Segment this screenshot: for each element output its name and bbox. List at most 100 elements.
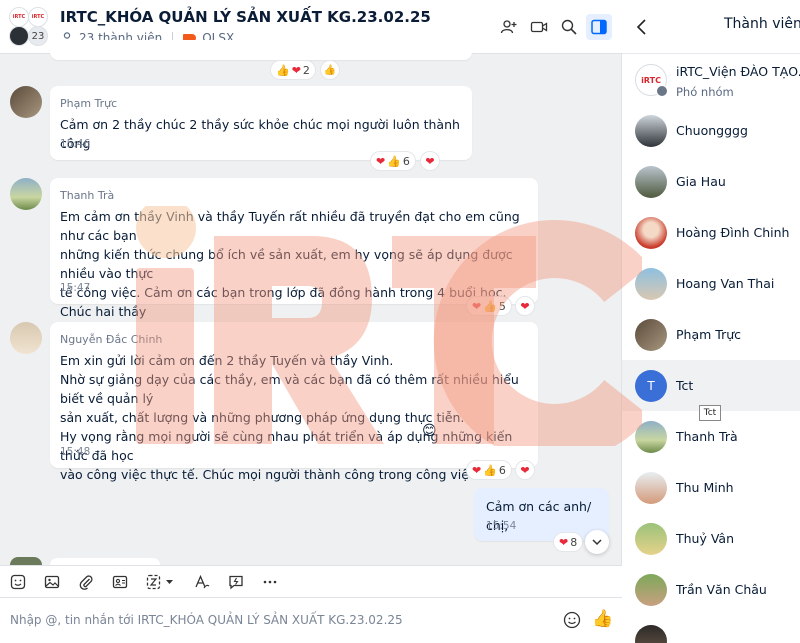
message-time: 15:47 xyxy=(60,282,91,294)
avatar xyxy=(635,319,667,351)
message-input-bar[interactable]: Nhập @, tin nhắn tới IRTC_KHÓA QUẢN LÝ S… xyxy=(0,597,622,643)
member-name: Hoàng Đình Chinh xyxy=(676,225,790,240)
reaction-summary[interactable]: ❤ 👍 6 xyxy=(466,460,512,480)
message-text: Cảm ơn 2 thầy chúc 2 thầy sức khỏe chúc … xyxy=(60,117,460,151)
member-item[interactable]: Hoang Van Thai xyxy=(622,258,800,309)
avatar xyxy=(635,115,667,147)
avatar xyxy=(635,574,667,606)
member-item[interactable]: Chuongggg xyxy=(622,105,800,156)
member-name: Tct xyxy=(676,378,694,393)
message-time: 15:46 xyxy=(60,138,91,150)
avatar xyxy=(635,166,667,198)
contact-card-icon[interactable] xyxy=(110,572,130,592)
chat-window: iRTC iRTC 23 IRTC_KHÓA QUẢN LÝ SẢN XUẤT … xyxy=(0,0,622,643)
avatar xyxy=(635,472,667,504)
add-member-icon[interactable] xyxy=(496,14,522,40)
member-item-partial[interactable] xyxy=(622,615,800,643)
heart-icon: ❤ xyxy=(559,535,569,549)
reaction-summary[interactable]: ❤ 👍 6 xyxy=(370,151,416,171)
member-item[interactable]: Gia Hau xyxy=(622,156,800,207)
react-button[interactable]: ❤ xyxy=(515,460,535,480)
members-panel: Thành viên iRTC iRTC_Viện ĐÀO TẠO.h Phó … xyxy=(622,0,800,643)
avatar[interactable] xyxy=(10,86,42,118)
message-text: Em cảm ơn thầy Vinh và thầy Tuyến rất nh… xyxy=(60,209,520,338)
avatar xyxy=(635,421,667,453)
member-item[interactable]: iRTC iRTC_Viện ĐÀO TẠO.h Phó nhóm xyxy=(622,54,800,105)
message-input[interactable]: Nhập @, tin nhắn tới IRTC_KHÓA QUẢN LÝ S… xyxy=(10,613,403,627)
message-bubble-previous xyxy=(50,40,472,60)
message-text: Em xin gửi lời cảm ơn đến 2 thầy Tuyến v… xyxy=(60,353,519,482)
search-icon[interactable] xyxy=(556,14,582,40)
message-sender: Nguyễn Đắc Chinh xyxy=(60,333,163,346)
panel-toggle-icon[interactable] xyxy=(586,14,612,40)
avatar: T xyxy=(635,370,667,402)
message-sender: Thanh Trà xyxy=(60,189,115,202)
avatar xyxy=(635,268,667,300)
chevron-down-icon xyxy=(592,539,602,546)
deputy-badge-icon xyxy=(656,85,668,97)
group-avatar[interactable]: iRTC iRTC 23 xyxy=(9,7,49,47)
back-icon[interactable] xyxy=(634,17,650,37)
more-icon[interactable] xyxy=(260,572,280,592)
emoji-icon[interactable] xyxy=(563,611,581,633)
reaction-summary[interactable]: 👍 ❤ 2 xyxy=(270,60,316,80)
members-header: Thành viên xyxy=(622,0,800,54)
member-name: Phạm Trực xyxy=(676,327,742,342)
message-bubble: Phạm Trực Cảm ơn 2 thầy chúc 2 thầy sức … xyxy=(50,86,472,160)
heart-icon: ❤ xyxy=(472,463,482,477)
sticker-icon[interactable] xyxy=(8,572,28,592)
image-icon[interactable] xyxy=(42,572,62,592)
react-button[interactable]: ❤ xyxy=(420,151,440,171)
message-time: 15:48 xyxy=(60,446,91,458)
composer-toolbar xyxy=(0,565,622,597)
like-icon: 👍 xyxy=(483,463,497,477)
avatar xyxy=(635,217,667,249)
reaction-summary[interactable]: ❤ 👍 5 xyxy=(466,296,512,316)
members-title: Thành viên xyxy=(724,16,800,32)
smile-emoji-icon: 😊 xyxy=(422,423,437,439)
avatar[interactable] xyxy=(10,322,42,354)
message-bubble-next xyxy=(50,558,160,565)
member-item[interactable]: T Tct xyxy=(622,360,800,411)
member-item[interactable]: Thu Minh xyxy=(622,462,800,513)
member-item[interactable]: Thuỷ Vân xyxy=(622,513,800,564)
avatar[interactable] xyxy=(10,557,42,565)
member-name: Thanh Trà xyxy=(676,429,738,444)
member-item[interactable]: Hoàng Đình Chinh xyxy=(622,207,800,258)
member-name: Thuỷ Vân xyxy=(676,531,735,546)
message-time: 15:54 xyxy=(486,520,517,532)
member-name: Thu Minh xyxy=(676,480,734,495)
message-sender: Phạm Trực xyxy=(60,97,118,110)
avatar xyxy=(635,625,667,643)
like-icon[interactable]: 👍 xyxy=(592,609,613,629)
member-role: Phó nhóm xyxy=(676,85,734,99)
like-icon: 👍 xyxy=(483,299,497,313)
reaction-summary[interactable]: ❤ 8 xyxy=(553,532,584,552)
member-name: Trần Văn Châu xyxy=(676,582,767,597)
member-name: iRTC_Viện ĐÀO TẠO.h xyxy=(676,64,800,79)
member-item[interactable]: Trần Văn Châu xyxy=(622,564,800,615)
message-bubble: Thanh Trà Em cảm ơn thầy Vinh và thầy Tu… xyxy=(50,178,538,338)
member-item[interactable]: Phạm Trực xyxy=(622,309,800,360)
avatar[interactable] xyxy=(10,178,42,210)
group-title[interactable]: IRTC_KHÓA QUẢN LÝ SẢN XUẤT KG.23.02.25 xyxy=(60,8,431,26)
react-button[interactable]: 👍 xyxy=(320,60,340,80)
member-name: Hoang Van Thai xyxy=(676,276,775,291)
heart-icon: ❤ xyxy=(472,299,482,313)
member-name: Gia Hau xyxy=(676,174,726,189)
quick-message-icon[interactable] xyxy=(226,572,246,592)
heart-icon: ❤ xyxy=(291,63,301,77)
react-button[interactable]: ❤ xyxy=(515,296,535,316)
member-tooltip: Tct xyxy=(699,405,721,421)
screenshot-icon[interactable] xyxy=(144,572,178,592)
like-icon: 👍 xyxy=(276,63,290,77)
member-name: Chuongggg xyxy=(676,123,748,138)
format-text-icon[interactable] xyxy=(192,572,212,592)
heart-icon: ❤ xyxy=(376,154,386,168)
video-call-icon[interactable] xyxy=(526,14,552,40)
like-icon: 👍 xyxy=(387,154,401,168)
attach-icon[interactable] xyxy=(76,572,96,592)
avatar xyxy=(635,523,667,555)
message-bubble: Nguyễn Đắc Chinh Em xin gửi lời cảm ơn đ… xyxy=(50,322,538,482)
scroll-down-button[interactable] xyxy=(585,530,609,554)
